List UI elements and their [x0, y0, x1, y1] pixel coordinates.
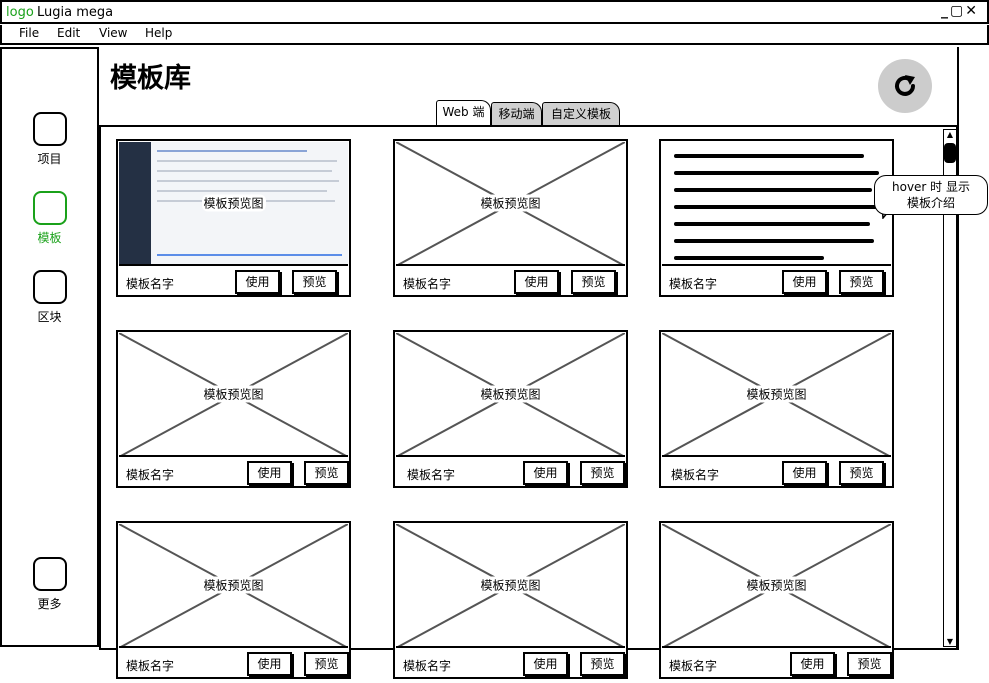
use-button[interactable]: 使用 — [790, 652, 835, 676]
sidebar-item-blocks[interactable]: 区块 — [0, 270, 99, 325]
tab-mobile[interactable]: 移动端 — [491, 102, 542, 126]
preview-button[interactable]: 预览 — [847, 652, 892, 676]
sidebar-item-projects[interactable]: 项目 — [0, 112, 99, 167]
template-preview-image[interactable]: 模板预览图 — [396, 142, 625, 266]
template-card[interactable]: 模板预览图 模板名字 使用 预览 — [116, 139, 351, 297]
use-button[interactable]: 使用 — [782, 270, 827, 294]
menu-file[interactable]: File — [19, 26, 39, 40]
template-name: 模板名字 — [407, 468, 456, 482]
preview-label: 模板预览图 — [478, 194, 543, 212]
preview-button[interactable]: 预览 — [571, 270, 616, 294]
refresh-button[interactable] — [878, 59, 932, 113]
sidebar-item-templates[interactable]: 模板 — [0, 191, 99, 246]
menu-help[interactable]: Help — [145, 26, 172, 40]
tooltip-line-2: 模板介绍 — [906, 196, 955, 210]
preview-label: 模板预览图 — [744, 576, 809, 594]
sidebar-item-label: 模板 — [37, 231, 62, 245]
hover-tooltip: hover 时 显示 模板介绍 — [874, 175, 988, 215]
preview-label: 模板预览图 — [478, 385, 543, 403]
preview-label: 模板预览图 — [201, 576, 266, 594]
template-card[interactable]: 模板预览图 模板名字 使用 预览 — [116, 521, 351, 679]
use-button[interactable]: 使用 — [235, 270, 280, 294]
preview-button[interactable]: 预览 — [304, 461, 349, 485]
screenshot-sidebar — [119, 142, 151, 264]
use-button[interactable]: 使用 — [247, 461, 292, 485]
template-card[interactable]: 模板预览图 模板名字 使用 预览 — [393, 521, 628, 679]
window-border — [957, 47, 959, 650]
scroll-down-icon[interactable]: ▼ — [944, 636, 956, 648]
template-text-preview[interactable] — [662, 142, 891, 266]
use-button[interactable]: 使用 — [523, 461, 568, 485]
template-preview-image[interactable]: 模板预览图 — [396, 524, 625, 648]
template-preview-image[interactable]: 模板预览图 — [119, 333, 348, 457]
preview-button[interactable]: 预览 — [839, 270, 884, 294]
scrollbar-thumb[interactable] — [944, 143, 956, 163]
blocks-icon — [32, 270, 67, 304]
template-card[interactable]: 模板预览图 模板名字 使用 预览 — [393, 330, 628, 488]
tooltip-line-1: hover 时 显示 — [892, 180, 970, 194]
sidebar-item-label: 区块 — [37, 310, 62, 324]
preview-label: 模板预览图 — [201, 385, 266, 403]
sidebar-item-more[interactable]: 更多 — [0, 557, 99, 612]
template-card[interactable]: 模板预览图 模板名字 使用 预览 — [116, 330, 351, 488]
template-preview-image[interactable]: 模板预览图 — [119, 142, 348, 266]
template-name: 模板名字 — [403, 659, 452, 673]
preview-button[interactable]: 预览 — [292, 270, 337, 294]
template-name: 模板名字 — [126, 468, 175, 482]
preview-button[interactable]: 预览 — [580, 461, 625, 485]
tab-web[interactable]: Web 端 — [436, 100, 491, 126]
tab-custom-templates[interactable]: 自定义模板 — [542, 102, 620, 126]
app-logo: logo — [6, 5, 34, 20]
menu-bar: File Edit View Help — [0, 25, 989, 45]
use-button[interactable]: 使用 — [523, 652, 568, 676]
preview-label: 模板预览图 — [744, 385, 809, 403]
app-title: Lugia mega — [37, 5, 114, 20]
scroll-up-icon[interactable]: ▲ — [944, 129, 956, 141]
template-card[interactable]: 模板名字 使用 预览 — [659, 139, 894, 297]
menu-view[interactable]: View — [99, 26, 127, 40]
use-button[interactable]: 使用 — [514, 270, 559, 294]
title-bar: logo Lugia mega _▢✕ — [0, 0, 989, 24]
template-card[interactable]: 模板预览图 模板名字 使用 预览 — [659, 330, 894, 488]
preview-button[interactable]: 预览 — [839, 461, 884, 485]
template-card[interactable]: 模板预览图 模板名字 使用 预览 — [393, 139, 628, 297]
preview-button[interactable]: 预览 — [304, 652, 349, 676]
template-preview-image[interactable]: 模板预览图 — [662, 524, 891, 648]
template-name: 模板名字 — [669, 277, 718, 291]
use-button[interactable]: 使用 — [782, 461, 827, 485]
template-card[interactable]: 模板预览图 模板名字 使用 预览 — [659, 521, 894, 679]
template-name: 模板名字 — [126, 659, 175, 673]
templates-icon — [32, 191, 67, 225]
preview-label: 模板预览图 — [478, 576, 543, 594]
menu-edit[interactable]: Edit — [57, 26, 80, 40]
template-preview-image[interactable]: 模板预览图 — [662, 333, 891, 457]
preview-label: 模板预览图 — [201, 194, 266, 212]
template-name: 模板名字 — [403, 277, 452, 291]
sidebar-item-label: 项目 — [37, 152, 62, 166]
template-name: 模板名字 — [671, 468, 720, 482]
template-name: 模板名字 — [126, 277, 175, 291]
template-preview-image[interactable]: 模板预览图 — [396, 333, 625, 457]
page-title: 模板库 — [110, 63, 191, 94]
template-name: 模板名字 — [669, 659, 718, 673]
refresh-icon — [895, 75, 915, 96]
sidebar-item-label: 更多 — [37, 597, 62, 611]
window-controls[interactable]: _▢✕ — [941, 3, 979, 19]
template-preview-image[interactable]: 模板预览图 — [119, 524, 348, 648]
more-icon — [32, 557, 67, 591]
use-button[interactable]: 使用 — [247, 652, 292, 676]
preview-button[interactable]: 预览 — [580, 652, 625, 676]
projects-icon — [32, 112, 67, 146]
